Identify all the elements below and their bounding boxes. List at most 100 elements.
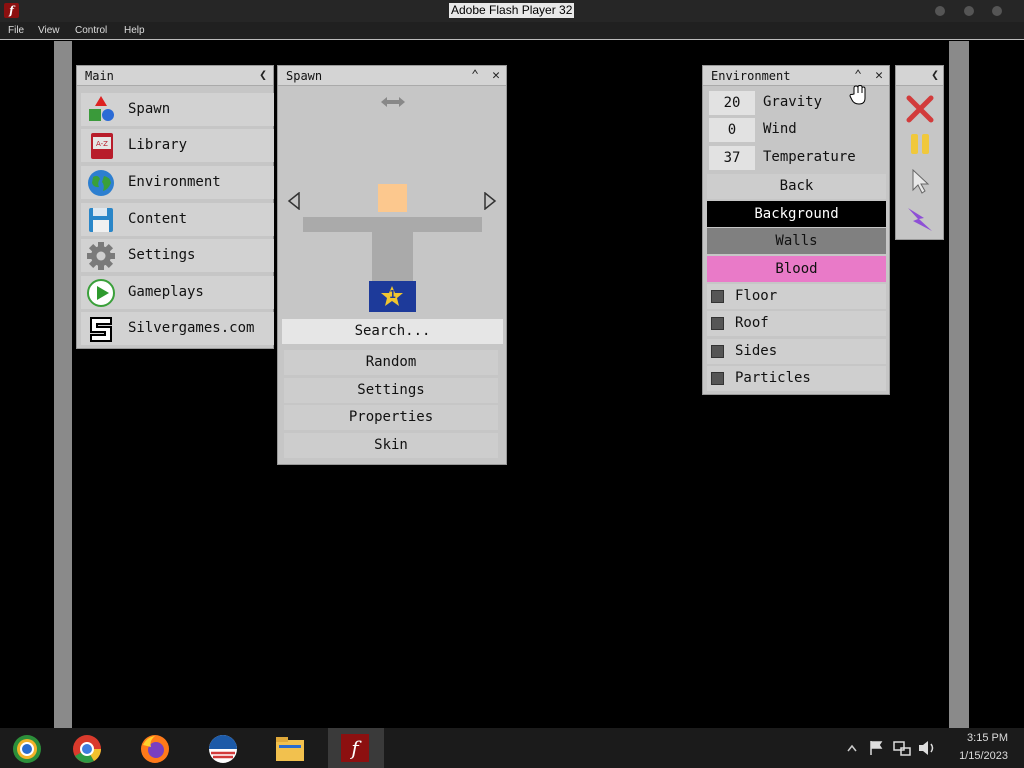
temperature-field[interactable]: 37 Temperature (709, 146, 885, 171)
badge-number: 1 (389, 288, 396, 301)
collapse-left-icon[interactable]: ❮ (927, 68, 943, 84)
menu-item-gameplays[interactable]: Gameplays (81, 276, 274, 309)
menu-item-label: Content (128, 211, 188, 227)
menu-file[interactable]: File (8, 25, 24, 36)
close-x-icon[interactable] (906, 95, 934, 123)
gear-icon (87, 242, 115, 270)
temperature-value[interactable]: 37 (709, 146, 755, 170)
close-x-icon[interactable]: ✕ (488, 68, 504, 84)
silvergames-logo-icon (90, 317, 112, 342)
blood-color-option[interactable]: Blood (707, 256, 886, 282)
settings-button[interactable]: Settings (284, 378, 498, 403)
menu-item-label: Silvergames.com (128, 320, 255, 336)
main-panel: Main ❮ Spawn A-Z Library Environment Con… (76, 65, 274, 349)
back-button[interactable]: Back (707, 174, 886, 199)
tools-panel-header: ❮ (896, 66, 943, 86)
environment-panel-header: Environment ⌃ ✕ (703, 66, 889, 86)
wind-field[interactable]: 0 Wind (709, 118, 885, 143)
wind-label: Wind (763, 121, 797, 137)
search-button[interactable]: Search... (282, 319, 503, 344)
hand-cursor-icon (849, 85, 866, 105)
menu-item-label: Settings (128, 247, 196, 263)
floor-label: Floor (735, 288, 778, 304)
network-icon[interactable] (893, 740, 911, 756)
main-panel-header: Main ❮ (77, 66, 273, 86)
spawn-panel-header: Spawn ⌃ ✕ (278, 66, 506, 86)
walls-color-option[interactable]: Walls (707, 228, 886, 254)
cursor-icon[interactable] (911, 169, 931, 195)
background-color-option[interactable]: Background (707, 201, 886, 227)
menu-view[interactable]: View (38, 25, 60, 36)
particles-toggle[interactable]: Particles (707, 366, 886, 391)
menu-item-settings[interactable]: Settings (81, 239, 274, 272)
menu-item-silvergames[interactable]: Silvergames.com (81, 312, 274, 345)
volume-icon[interactable] (918, 740, 936, 756)
opera-icon[interactable] (198, 731, 248, 767)
gravity-label: Gravity (763, 94, 823, 110)
arrow-left-icon[interactable] (287, 192, 301, 210)
chrome-icon[interactable] (62, 731, 112, 767)
properties-button[interactable]: Properties (284, 405, 498, 430)
menu-item-library[interactable]: A-Z Library (81, 129, 274, 162)
menu-item-environment[interactable]: Environment (81, 166, 274, 199)
sides-toggle[interactable]: Sides (707, 339, 886, 364)
character-head (378, 184, 407, 212)
close-x-icon[interactable]: ✕ (871, 68, 887, 84)
pause-icon[interactable] (908, 132, 932, 156)
gravity-value[interactable]: 20 (709, 91, 755, 115)
roof-toggle[interactable]: Roof (707, 311, 886, 336)
environment-panel-title: Environment (711, 69, 791, 83)
clock-time[interactable]: 3:15 PM (950, 732, 1008, 744)
svg-text:A-Z: A-Z (96, 140, 108, 148)
taskbar: f 3:15 PM 1/15/2023 (0, 728, 1024, 768)
temperature-label: Temperature (763, 149, 856, 165)
menubar: File View Control Help (0, 22, 1024, 40)
flag-icon[interactable] (869, 740, 883, 756)
close-button[interactable] (992, 6, 1002, 16)
flash-player-icon[interactable]: f (328, 728, 384, 768)
wind-value[interactable]: 0 (709, 118, 755, 142)
environment-panel: Environment ⌃ ✕ 20 Gravity 0 Wind 37 Tem… (702, 65, 890, 395)
minimize-button[interactable] (935, 6, 945, 16)
arrow-right-icon[interactable] (483, 192, 497, 210)
chrome-canary-icon[interactable] (2, 731, 52, 767)
left-wall (54, 41, 72, 728)
roof-checkbox[interactable] (711, 317, 724, 330)
menu-item-content[interactable]: Content (81, 203, 274, 236)
character-shorts: 1 (369, 281, 416, 312)
firefox-icon[interactable] (130, 731, 180, 767)
particles-label: Particles (735, 370, 811, 386)
menu-item-label: Gameplays (128, 284, 204, 300)
file-explorer-icon[interactable] (265, 731, 315, 767)
shapes-icon (89, 96, 114, 121)
menu-item-spawn[interactable]: Spawn (81, 93, 274, 126)
resize-arrows-icon[interactable] (380, 95, 406, 109)
collapse-up-icon[interactable]: ⌃ (467, 68, 483, 84)
random-button[interactable]: Random (284, 350, 498, 375)
window-titlebar: f Adobe Flash Player 32 (0, 0, 1024, 22)
menu-item-label: Spawn (128, 101, 171, 117)
floor-checkbox[interactable] (711, 290, 724, 303)
window-title: Adobe Flash Player 32 (449, 3, 575, 18)
floor-toggle[interactable]: Floor (707, 284, 886, 309)
game-area[interactable]: Main ❮ Spawn A-Z Library Environment Con… (0, 41, 1024, 728)
collapse-left-icon[interactable]: ❮ (255, 68, 271, 84)
sides-checkbox[interactable] (711, 345, 724, 358)
menu-control[interactable]: Control (75, 25, 107, 36)
sides-label: Sides (735, 343, 778, 359)
lightning-icon[interactable] (906, 204, 934, 234)
tools-panel: ❮ (895, 65, 944, 240)
chevron-up-icon[interactable] (847, 744, 857, 752)
roof-label: Roof (735, 315, 769, 331)
menu-help[interactable]: Help (124, 25, 145, 36)
particles-checkbox[interactable] (711, 372, 724, 385)
flash-icon: f (4, 3, 19, 18)
skin-button[interactable]: Skin (284, 433, 498, 458)
maximize-button[interactable] (964, 6, 974, 16)
clock-date[interactable]: 1/15/2023 (944, 750, 1008, 762)
menu-item-label: Library (128, 137, 188, 153)
menu-item-label: Environment (128, 174, 221, 190)
right-wall (949, 41, 969, 728)
main-panel-title: Main (85, 69, 114, 83)
collapse-up-icon[interactable]: ⌃ (850, 68, 866, 84)
